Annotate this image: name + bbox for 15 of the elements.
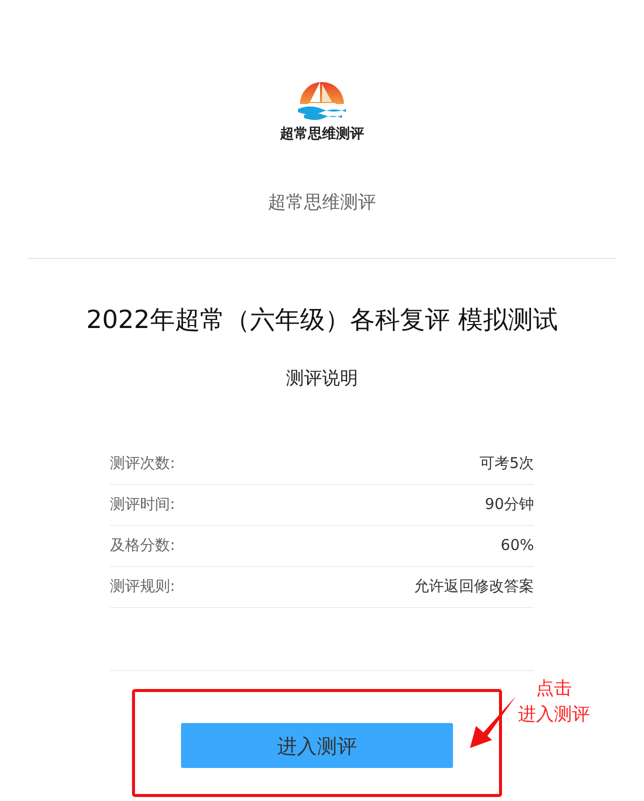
section-heading: 测评说明 [285,366,359,390]
annotation-text: 点击 [536,677,572,701]
info-value: 90分钟 [484,494,534,516]
start-test-button[interactable]: 进入测评 [181,723,453,768]
info-value: 允许返回修改答案 [414,576,534,598]
exam-title: 2022年超常（六年级）各科复评 模拟测试 [85,304,559,336]
info-label: 及格分数: [110,535,176,556]
site-name: 超常思维测评 [268,191,376,215]
info-label: 测评规则: [110,576,176,598]
info-value: 可考5次 [479,453,534,474]
info-value: 60% [500,535,534,556]
info-label: 测评次数: [110,453,176,474]
annotation-text: 进入测评 [518,703,590,727]
logo-caption: 超常思维测评 [280,124,364,144]
info-label: 测评时间: [110,494,176,516]
